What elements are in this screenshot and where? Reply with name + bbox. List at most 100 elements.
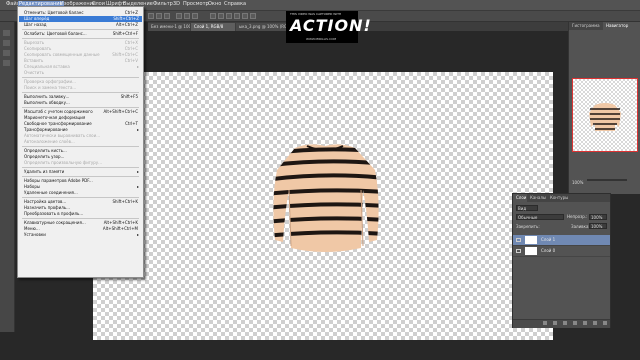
opacity-label: Непрозр.: [567, 214, 588, 219]
menu-item-label: Очистить [24, 70, 44, 75]
layer-thumbnail [525, 236, 537, 244]
tab-document-1[interactable]: Без имени-1 @ 100% (RGB/8) [148, 23, 190, 31]
opacity-input[interactable]: 100% [589, 214, 607, 220]
menu-item-label: Преобразовать в профиль... [24, 211, 84, 216]
eye-icon[interactable] [516, 238, 521, 242]
adjustment-icon[interactable] [573, 321, 577, 325]
menu-item-label: Вырезать [24, 40, 45, 45]
submenu-arrow-icon: ▸ [136, 169, 139, 174]
edit-menu-item[interactable]: Выполнить обводку... [24, 100, 141, 106]
menu-item-label: Выполнить обводку... [24, 100, 70, 105]
layer-thumbnail [525, 247, 537, 255]
menu-separator [22, 146, 139, 147]
menu-item-label: Масштаб с учетом содержимого [24, 109, 93, 114]
menu-item-label: Удалить из памяти [24, 169, 65, 174]
menu-9[interactable]: Окно [208, 1, 221, 7]
distribute-button-5[interactable] [242, 13, 248, 19]
distribute-button-2[interactable] [218, 13, 224, 19]
menu-item-label: Наборы [24, 184, 41, 189]
edit-menu-item[interactable]: Преобразовать в профиль... [24, 211, 141, 217]
menu-item-label: Автоналожение слоёв... [24, 139, 75, 144]
menu-item-label: Автоматически выравнивать слои... [24, 133, 101, 138]
menu-item-label: Шаг назад [24, 22, 47, 27]
menu-item-label: Проверка орфографии... [24, 79, 76, 84]
marquee-tool-icon[interactable] [3, 40, 10, 46]
folder-icon[interactable] [583, 321, 587, 325]
menu-item-label: Удаленные соединения... [24, 190, 78, 195]
menu-7[interactable]: 3D [173, 1, 180, 7]
align-right-button[interactable] [192, 13, 198, 19]
distribute-button[interactable] [210, 13, 216, 19]
distribute-button-4[interactable] [234, 13, 240, 19]
menu-6[interactable]: Фильтр [153, 1, 173, 7]
distribute-button-3[interactable] [226, 13, 232, 19]
fill-label: Заливка: [571, 224, 590, 229]
menu-separator [22, 197, 139, 198]
eye-icon[interactable] [516, 249, 521, 253]
menu-item-label: Поиск и замена текста... [24, 85, 77, 90]
align-left-button[interactable] [176, 13, 182, 19]
menu-item-label: Определить произвольную фигуру... [24, 160, 102, 165]
menu-item-label: Определить узор... [24, 154, 65, 159]
tab-document-2[interactable]: Слой 1, RGB/8 [191, 23, 235, 31]
edit-menu-item[interactable]: Установки ▸ [24, 232, 141, 238]
layer-name: Слой 1 [541, 237, 556, 242]
navigator-zoom-slider[interactable] [587, 179, 627, 181]
mask-icon[interactable] [563, 321, 567, 325]
align-center-button[interactable] [184, 13, 190, 19]
menu-separator [22, 29, 139, 30]
menu-separator [22, 38, 139, 39]
menu-separator [22, 218, 139, 219]
menu-separator [22, 77, 139, 78]
navigator-zoom-value[interactable]: 100% [572, 180, 583, 185]
menu-item-label: Определить кисть... [24, 148, 67, 153]
menu-separator [22, 167, 139, 168]
menu-item-label: Скопировать [24, 46, 52, 51]
new-layer-icon[interactable] [593, 321, 597, 325]
move-tool-icon[interactable] [3, 30, 10, 36]
menu-separator [22, 107, 139, 108]
menu-item-label: Отменить: Цветовой баланс [24, 10, 84, 15]
edit-menu-item[interactable]: Удалить из памяти ▸ [24, 169, 141, 175]
layers-panel: Слои Каналы Контуры Вид Обычные Непрозр.… [512, 193, 611, 328]
tab-histogram[interactable]: Гистограмма [569, 22, 603, 30]
link-layers-icon[interactable] [543, 321, 547, 325]
menu-item-label: Клавиатурные сокращения... [24, 220, 86, 225]
lasso-tool-icon[interactable] [3, 50, 10, 56]
layer-row-1[interactable]: Слой 1 [513, 235, 610, 246]
menu-item-label: Меню... [24, 226, 40, 231]
layer-row-0[interactable]: Слой 0 [513, 246, 610, 257]
quick-select-tool-icon[interactable] [3, 60, 10, 66]
menu-item-label: Шаг вперёд [24, 16, 50, 21]
layer-kind-filter[interactable]: Вид [516, 205, 538, 211]
fx-icon[interactable] [553, 321, 557, 325]
tab-channels[interactable]: Каналы [527, 194, 550, 202]
align-bottom-button[interactable] [164, 13, 170, 19]
menu-item-label: Ослабить: Цветовой баланс... [24, 31, 87, 36]
navigator-panel: Гистограмма Навигатор 100% [568, 22, 640, 194]
edit-menu-item[interactable]: Ослабить: Цветовой баланс... Shift+Ctrl+F [24, 31, 141, 37]
edit-menu-item: Определить произвольную фигуру... [24, 160, 141, 166]
align-middle-button[interactable] [156, 13, 162, 19]
blend-mode-select[interactable]: Обычные [516, 214, 564, 220]
edit-menu-item[interactable]: Удаленные соединения... [24, 190, 141, 196]
menu-item-shortcut: Alt+Ctrl+Z [116, 22, 138, 27]
navigator-thumbnail[interactable] [572, 78, 638, 152]
watermark-brand: ACTION! [290, 16, 372, 35]
menu-item-label: Установки [24, 232, 46, 237]
fill-input[interactable]: 100% [589, 223, 607, 229]
menu-10[interactable]: Справка [224, 1, 246, 7]
menu-item-shortcut: Shift+Ctrl+F [112, 31, 138, 36]
menu-item-label: Наборы параметров Adobe PDF... [24, 178, 93, 183]
edit-menu-item: Автоналожение слоёв... [24, 139, 141, 145]
distribute-button-6[interactable] [250, 13, 256, 19]
trash-icon[interactable] [603, 321, 607, 325]
menu-8[interactable]: Просмотр [183, 1, 209, 7]
menu-item-label: Скопировать совмещенные данные [24, 52, 100, 57]
edit-menu-item[interactable]: Шаг назад Alt+Ctrl+Z [24, 22, 141, 28]
tab-paths[interactable]: Контуры [547, 194, 572, 202]
menu-item-label: Выполнить заливку... [24, 94, 70, 99]
align-top-button[interactable] [148, 13, 154, 19]
tab-navigator[interactable]: Навигатор [603, 22, 632, 30]
edit-menu-item: Поиск и замена текста... [24, 85, 141, 91]
